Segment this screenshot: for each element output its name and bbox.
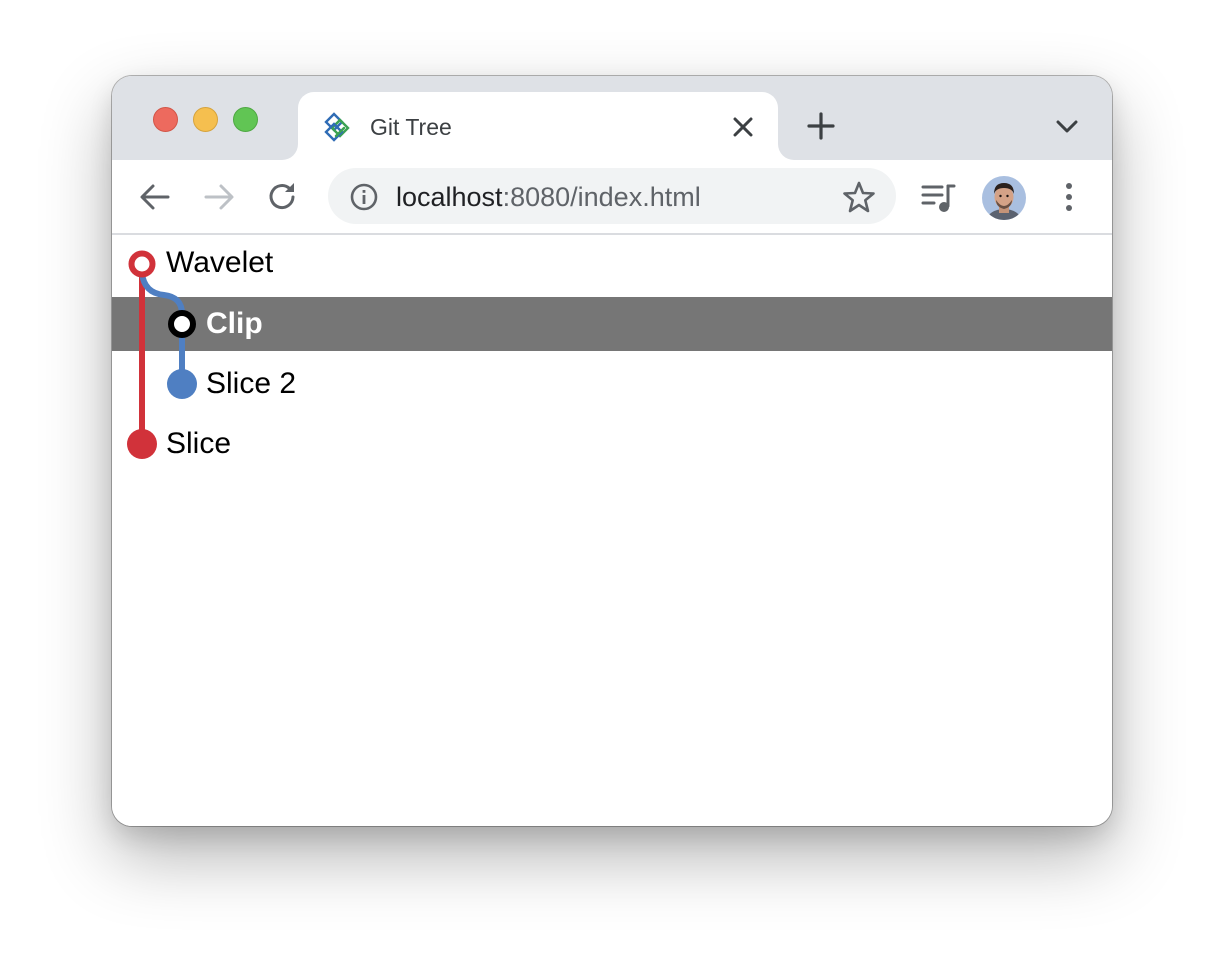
toolbar: localhost:8080/index.html [112,160,1112,235]
tab-strip: Git Tree [112,76,1112,160]
new-tab-icon[interactable] [806,111,836,141]
profile-photo-icon [982,176,1026,220]
tree-item-clip[interactable]: Clip [112,297,1112,351]
reload-icon[interactable] [266,180,300,214]
window-close-button[interactable] [153,107,178,132]
tree-item-label: Wavelet [166,246,274,279]
tab-close-icon[interactable] [730,114,756,140]
address-bar[interactable]: localhost:8080/index.html [328,168,896,224]
page-content: Wavelet Clip Slice 2 Slice [112,235,1112,826]
url-host: localhost [396,182,503,212]
tab-title: Git Tree [370,114,452,140]
url-path: :8080/index.html [502,182,701,212]
browser-window: Git Tree localhost:8080/index.html Wavel… [112,76,1112,826]
avatar[interactable] [982,176,1026,220]
tree-item-wavelet[interactable]: Wavelet [112,235,1112,289]
bookmark-star-icon[interactable] [842,180,876,214]
git-tree-logo-icon [324,112,350,142]
url-text[interactable]: localhost:8080/index.html [396,181,701,213]
tree-item-label: Clip [206,307,263,340]
window-minimize-button[interactable] [193,107,218,132]
forward-arrow-icon[interactable] [202,180,236,214]
chevron-down-icon[interactable] [1054,114,1080,138]
window-maximize-button[interactable] [233,107,258,132]
tab-git-tree[interactable]: Git Tree [298,92,778,160]
tree-item-label: Slice [166,427,232,460]
tree-item-slice-2[interactable]: Slice 2 [112,357,1112,411]
media-control-icon[interactable] [920,182,958,214]
info-icon[interactable] [348,181,380,213]
back-arrow-icon[interactable] [138,180,172,214]
tree-item-slice[interactable]: Slice [112,417,1112,471]
tree-item-label: Slice 2 [206,367,297,400]
more-options-icon[interactable] [1056,180,1082,214]
